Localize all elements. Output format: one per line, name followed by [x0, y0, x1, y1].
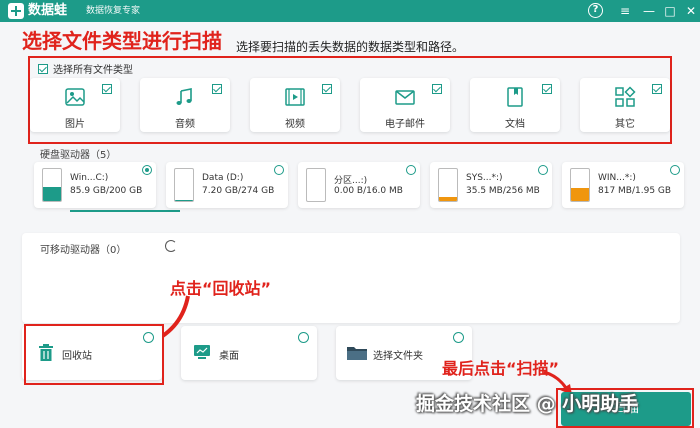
- type-label-other: 其它: [615, 119, 635, 130]
- location-label: 选择文件夹: [373, 351, 423, 362]
- maximize-button[interactable]: □: [661, 2, 679, 20]
- drive-card[interactable]: 分区...:) 0.00 B/16.0 MB: [298, 162, 420, 208]
- type-label-video: 视频: [285, 119, 305, 130]
- drive-icon: [306, 168, 326, 202]
- drive-name: Win...C:): [70, 173, 109, 183]
- other-shapes-icon: [615, 86, 636, 107]
- watermark-text: 掘金技术社区 @ 小明助手: [416, 393, 639, 415]
- drive-usage-fill: [571, 187, 589, 201]
- location-radio[interactable]: [298, 332, 309, 343]
- type-label-image: 图片: [65, 119, 85, 130]
- type-checkbox-document[interactable]: [542, 84, 552, 94]
- minimize-button[interactable]: —: [640, 2, 658, 20]
- annotation-step1: 选择文件类型进行扫描: [22, 29, 222, 53]
- drive-radio[interactable]: [538, 165, 548, 175]
- drive-size: 817 MB/1.95 GB: [598, 186, 672, 196]
- drive-card[interactable]: Data (D:) 7.20 GB/274 GB: [166, 162, 288, 208]
- drive-card[interactable]: Win...C:) 85.9 GB/200 GB: [34, 162, 180, 212]
- drive-usage-fill: [43, 187, 61, 201]
- drive-size: 0.00 B/16.0 MB: [334, 186, 403, 196]
- drive-usage-fill: [439, 196, 457, 201]
- type-card-image[interactable]: 图片: [30, 78, 120, 132]
- hard-drive-panel: 硬盘驱动器（5） Win...C:) 85.9 GB/200 GB Data (…: [22, 146, 684, 226]
- type-checkbox-image[interactable]: [102, 84, 112, 94]
- drive-name: WIN...*:): [598, 173, 636, 183]
- type-card-email[interactable]: 电子邮件: [360, 78, 450, 132]
- type-checkbox-email[interactable]: [432, 84, 442, 94]
- type-checkbox-video[interactable]: [322, 84, 332, 94]
- drive-radio[interactable]: [274, 165, 284, 175]
- drive-icon: [438, 168, 458, 202]
- location-label: 桌面: [219, 351, 239, 362]
- document-icon: [507, 87, 523, 107]
- select-all-types[interactable]: 选择所有文件类型: [38, 61, 133, 76]
- drive-name: Data (D:): [202, 173, 244, 183]
- app-name: 数据蛙: [28, 3, 68, 18]
- instruction-text: 选择要扫描的丢失数据的数据类型和路径。: [236, 40, 465, 54]
- drive-size: 35.5 MB/256 MB: [466, 186, 540, 196]
- type-card-other[interactable]: 其它: [580, 78, 670, 132]
- type-card-audio[interactable]: 音频: [140, 78, 230, 132]
- drive-card[interactable]: WIN...*:) 817 MB/1.95 GB: [562, 162, 684, 208]
- type-card-video[interactable]: 视频: [250, 78, 340, 132]
- drive-card[interactable]: SYS...*:) 35.5 MB/256 MB: [430, 162, 552, 208]
- drive-radio[interactable]: [142, 165, 152, 175]
- drive-selected-underline: [70, 210, 180, 212]
- location-radio[interactable]: [453, 332, 464, 343]
- help-button[interactable]: ?: [588, 3, 603, 18]
- email-icon: [395, 90, 415, 105]
- drive-size: 7.20 GB/274 GB: [202, 186, 275, 196]
- app-logo-icon: [8, 3, 24, 19]
- drive-name: 分区...:): [334, 176, 368, 186]
- music-note-icon: [176, 88, 192, 105]
- drive-icon: [174, 168, 194, 202]
- removable-drive-title: 可移动驱动器（0）: [40, 245, 127, 256]
- drive-icon: [570, 168, 590, 202]
- location-desktop[interactable]: 桌面: [181, 326, 317, 380]
- close-button[interactable]: ✕: [682, 2, 700, 20]
- desktop-icon: [194, 345, 210, 359]
- title-bar: 数据蛙 数据恢复专家 ? ≡ — □ ✕: [0, 0, 700, 22]
- type-label-audio: 音频: [175, 119, 195, 130]
- menu-button[interactable]: ≡: [616, 2, 634, 20]
- image-icon: [65, 88, 85, 106]
- type-card-document[interactable]: 文档: [470, 78, 560, 132]
- type-checkbox-audio[interactable]: [212, 84, 222, 94]
- drive-size: 85.9 GB/200 GB: [70, 186, 143, 196]
- drive-icon: [42, 168, 62, 202]
- type-label-document: 文档: [505, 119, 525, 130]
- video-icon: [285, 88, 305, 106]
- recycle-bin-highlight-box: [24, 324, 164, 385]
- select-all-label: 选择所有文件类型: [53, 65, 133, 76]
- folder-icon: [347, 347, 367, 360]
- drive-radio[interactable]: [670, 165, 680, 175]
- drive-radio[interactable]: [406, 165, 416, 175]
- select-all-checkbox[interactable]: [38, 63, 48, 74]
- hard-drive-title: 硬盘驱动器（5）: [40, 150, 117, 161]
- drive-name: SYS...*:): [466, 173, 503, 183]
- type-label-email: 电子邮件: [385, 119, 425, 130]
- type-checkbox-other[interactable]: [652, 84, 662, 94]
- refresh-icon[interactable]: [165, 240, 177, 252]
- drive-usage-fill: [175, 200, 193, 201]
- app-subtitle: 数据恢复专家: [86, 6, 141, 16]
- file-type-panel: 选择所有文件类型 图片 音频 视频 电子邮件 文档 其它: [30, 58, 670, 142]
